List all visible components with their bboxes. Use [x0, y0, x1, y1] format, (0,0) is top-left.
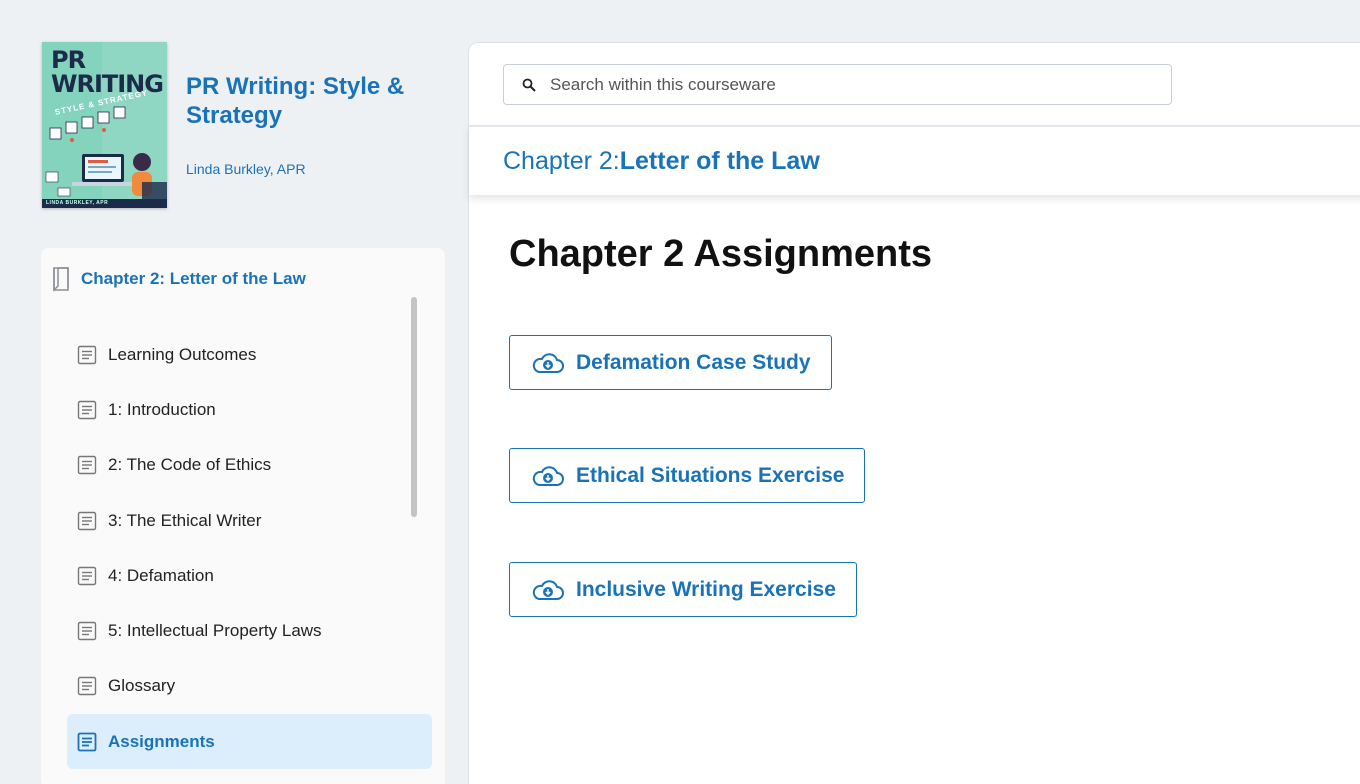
search-input[interactable] [550, 74, 1150, 95]
document-icon [77, 511, 97, 530]
document-icon [77, 345, 97, 364]
toc-item-assignments[interactable]: Assignments [67, 714, 432, 770]
cloud-download-icon [532, 465, 564, 486]
bookmark-icon [53, 267, 69, 292]
assignment-label: Ethical Situations Exercise [576, 463, 845, 487]
toc-scrollbar[interactable] [411, 297, 417, 517]
toc-item-label: 3: The Ethical Writer [108, 510, 262, 530]
toc-chapter-label: Chapter 2: Letter of the Law [81, 269, 306, 288]
toc-item-label: Assignments [108, 731, 215, 751]
toc-item-glossary[interactable]: Glossary [67, 659, 432, 714]
assignment-button-defamation-case-study[interactable]: Defamation Case Study [509, 335, 832, 390]
chapter-title: Letter of the Law [619, 146, 820, 175]
document-icon [77, 566, 97, 586]
assignment-label: Defamation Case Study [576, 350, 811, 374]
toc-item-label: Learning Outcomes [108, 344, 257, 364]
document-icon [77, 621, 97, 641]
main-content: Chapter 2: Letter of the Law Chapter 2 A… [468, 42, 1360, 784]
book-author: Linda Burkley, APR [186, 161, 306, 177]
document-icon [77, 677, 97, 696]
toc-list: Learning Outcomes 1: Introduction 2: The… [67, 327, 432, 770]
toc-chapter-heading[interactable]: Chapter 2: Letter of the Law [50, 266, 306, 292]
cover-title-line1: PR [51, 46, 86, 74]
book-title[interactable]: PR Writing: Style & Strategy [186, 72, 426, 130]
toc-item-label: 1: Introduction [108, 399, 216, 419]
toc-item-learning-outcomes[interactable]: Learning Outcomes [67, 327, 432, 382]
toc-item-code-of-ethics[interactable]: 2: The Code of Ethics [67, 438, 432, 493]
table-of-contents: Chapter 2: Letter of the Law Learning Ou… [41, 248, 445, 784]
document-icon [77, 732, 97, 752]
toc-item-label: 2: The Code of Ethics [108, 455, 272, 475]
book-header: PR WRITING STYLE & STRATEGY LINDA BURKLE… [42, 42, 496, 210]
document-icon [77, 456, 97, 475]
chapter-title-bar: Chapter 2: Letter of the Law [469, 125, 1360, 195]
toc-item-defamation[interactable]: 4: Defamation [67, 548, 432, 603]
book-cover-image: PR WRITING STYLE & STRATEGY LINDA BURKLE… [42, 42, 167, 208]
toc-item-label: Glossary [108, 676, 176, 696]
toc-item-label: 4: Defamation [108, 565, 214, 585]
assignment-button-inclusive-writing-exercise[interactable]: Inclusive Writing Exercise [509, 562, 857, 617]
assignment-button-ethical-situations-exercise[interactable]: Ethical Situations Exercise [509, 448, 866, 503]
toc-item-introduction[interactable]: 1: Introduction [67, 382, 432, 437]
assignment-label: Inclusive Writing Exercise [576, 577, 836, 601]
toc-item-label: 5: Intellectual Property Laws [108, 621, 322, 641]
document-icon [77, 400, 97, 420]
cloud-download-icon [532, 579, 564, 600]
page-title: Chapter 2 Assignments [509, 233, 933, 275]
search-icon [522, 78, 536, 92]
cloud-download-icon [532, 352, 564, 373]
search-bar[interactable] [503, 64, 1172, 105]
toc-item-intellectual-property[interactable]: 5: Intellectual Property Laws [67, 603, 432, 658]
cover-author: LINDA BURKLEY, APR [42, 199, 167, 208]
toc-item-ethical-writer[interactable]: 3: The Ethical Writer [67, 493, 432, 548]
chapter-prefix: Chapter 2: [503, 146, 620, 175]
